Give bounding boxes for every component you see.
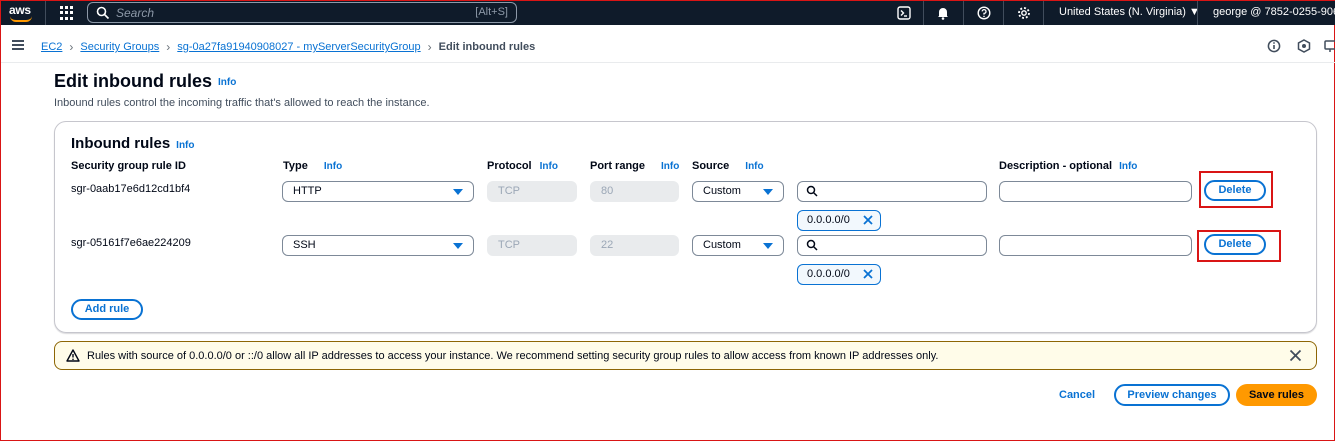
search-shortcut: [Alt+S] — [475, 6, 508, 18]
panel-title: Inbound rules Info — [71, 135, 195, 152]
header-type: Type Info — [283, 160, 342, 172]
warning-icon — [66, 349, 80, 362]
breadcrumb-security-groups[interactable]: Security Groups — [80, 41, 159, 53]
source-select-value: Custom — [703, 185, 741, 197]
source-info-link[interactable]: Info — [745, 161, 763, 172]
nav-divider — [963, 1, 964, 25]
region-selector[interactable]: United States (N. Virginia) ▼ — [1059, 6, 1200, 18]
header-type-label: Type — [283, 160, 308, 172]
cidr-token-text: 0.0.0.0/0 — [807, 268, 850, 280]
header-description: Description - optional Info — [999, 160, 1137, 172]
description-info-link[interactable]: Info — [1119, 161, 1137, 172]
cidr-token: 0.0.0.0/0 — [797, 264, 881, 285]
search-icon — [806, 239, 818, 251]
settings-icon[interactable] — [1324, 39, 1335, 53]
nav-divider — [923, 1, 924, 25]
page-title: Edit inbound rules Info — [54, 71, 236, 92]
cidr-token-text: 0.0.0.0/0 — [807, 214, 850, 226]
header-source: Source Info — [692, 160, 764, 172]
breadcrumb-ec2[interactable]: EC2 — [41, 41, 62, 53]
breadcrumb-separator: › — [166, 40, 171, 54]
add-rule-button[interactable]: Add rule — [71, 299, 143, 320]
page-title-text: Edit inbound rules — [54, 71, 212, 91]
gear-icon[interactable] — [1015, 4, 1033, 22]
token-remove-icon[interactable] — [862, 268, 874, 280]
page-description: Inbound rules control the incoming traff… — [54, 97, 430, 109]
port-info-link[interactable]: Info — [661, 161, 679, 172]
caret-down-icon — [453, 243, 463, 249]
panel-title-text: Inbound rules — [71, 135, 171, 152]
warning-message: Rules with source of 0.0.0.0/0 or ::/0 a… — [87, 350, 939, 362]
source-select[interactable]: Custom — [692, 235, 784, 256]
caret-down-icon — [763, 243, 773, 249]
header-protocol: Protocol Info — [487, 160, 558, 172]
inbound-rules-panel: Inbound rules Info Security group rule ID… — [54, 121, 1317, 333]
description-input[interactable] — [999, 181, 1192, 202]
cidr-search-input[interactable] — [797, 235, 987, 256]
search-icon — [96, 6, 110, 20]
menu-icon[interactable] — [12, 40, 24, 50]
protocol-info-link[interactable]: Info — [540, 161, 558, 172]
header-protocol-label: Protocol — [487, 160, 532, 172]
type-select[interactable]: SSH — [282, 235, 474, 256]
cloudshell-icon[interactable] — [895, 4, 913, 22]
port-range-field: 80 — [590, 181, 679, 202]
feedback-icon[interactable] — [1297, 39, 1311, 53]
warning-alert: Rules with source of 0.0.0.0/0 or ::/0 a… — [54, 341, 1317, 370]
header-port-label: Port range — [590, 160, 646, 172]
rule-id: sgr-0aab17e6d12cd1bf4 — [71, 183, 191, 195]
nav-divider — [45, 1, 46, 25]
highlight-box — [1199, 171, 1273, 208]
breadcrumb: EC2 › Security Groups › sg-0a27fa9194090… — [41, 40, 535, 54]
aws-logo-text: aws — [9, 3, 31, 17]
caret-down-icon — [453, 189, 463, 195]
protocol-field: TCP — [487, 235, 577, 256]
type-select-value: SSH — [293, 239, 316, 251]
header-description-label: Description - optional — [999, 160, 1113, 172]
caret-down-icon — [763, 189, 773, 195]
header-port-range: Port range Info — [590, 160, 679, 172]
preview-changes-button[interactable]: Preview changes — [1114, 384, 1230, 406]
cancel-button[interactable]: Cancel — [1059, 389, 1095, 401]
nav-divider — [1043, 1, 1044, 25]
help-icon[interactable] — [975, 4, 993, 22]
cidr-token: 0.0.0.0/0 — [797, 210, 881, 231]
nav-divider — [1003, 1, 1004, 25]
highlight-box — [1197, 230, 1281, 262]
breadcrumb-separator: › — [427, 40, 432, 54]
protocol-field: TCP — [487, 181, 577, 202]
description-input[interactable] — [999, 235, 1192, 256]
page-info-link[interactable]: Info — [218, 77, 236, 88]
bell-icon[interactable] — [934, 4, 952, 22]
breadcrumb-bar: EC2 › Security Groups › sg-0a27fa9194090… — [1, 25, 1335, 63]
search-placeholder: Search — [116, 6, 155, 20]
top-navigation: aws Search [Alt+S] United States (N. Vir… — [1, 1, 1335, 25]
header-source-label: Source — [692, 160, 730, 172]
breadcrumb-current: Edit inbound rules — [438, 41, 536, 53]
port-range-field: 22 — [590, 235, 679, 256]
type-select[interactable]: HTTP — [282, 181, 474, 202]
info-circle-icon[interactable] — [1267, 39, 1281, 53]
rule-id: sgr-05161f7e6ae224209 — [71, 237, 191, 249]
cidr-search-input[interactable] — [797, 181, 987, 202]
close-icon[interactable] — [1289, 349, 1302, 362]
breadcrumb-security-group[interactable]: sg-0a27fa91940908027 - myServerSecurityG… — [177, 41, 420, 53]
search-icon — [806, 185, 818, 197]
nav-divider — [1197, 1, 1198, 25]
aws-smile — [10, 16, 32, 22]
source-select[interactable]: Custom — [692, 181, 784, 202]
type-select-value: HTTP — [293, 185, 322, 197]
account-menu[interactable]: george @ 7852-0255-9067 — [1213, 6, 1335, 18]
panel-info-link[interactable]: Info — [176, 140, 194, 151]
save-rules-button[interactable]: Save rules — [1236, 384, 1317, 406]
token-remove-icon[interactable] — [862, 214, 874, 226]
header-rule-id: Security group rule ID — [71, 160, 186, 172]
type-info-link[interactable]: Info — [324, 161, 342, 172]
breadcrumb-separator: › — [69, 40, 74, 54]
global-search-input[interactable]: Search [Alt+S] — [87, 2, 517, 23]
app-grid-icon[interactable] — [60, 6, 74, 20]
source-select-value: Custom — [703, 239, 741, 251]
aws-logo[interactable]: aws — [7, 3, 37, 23]
